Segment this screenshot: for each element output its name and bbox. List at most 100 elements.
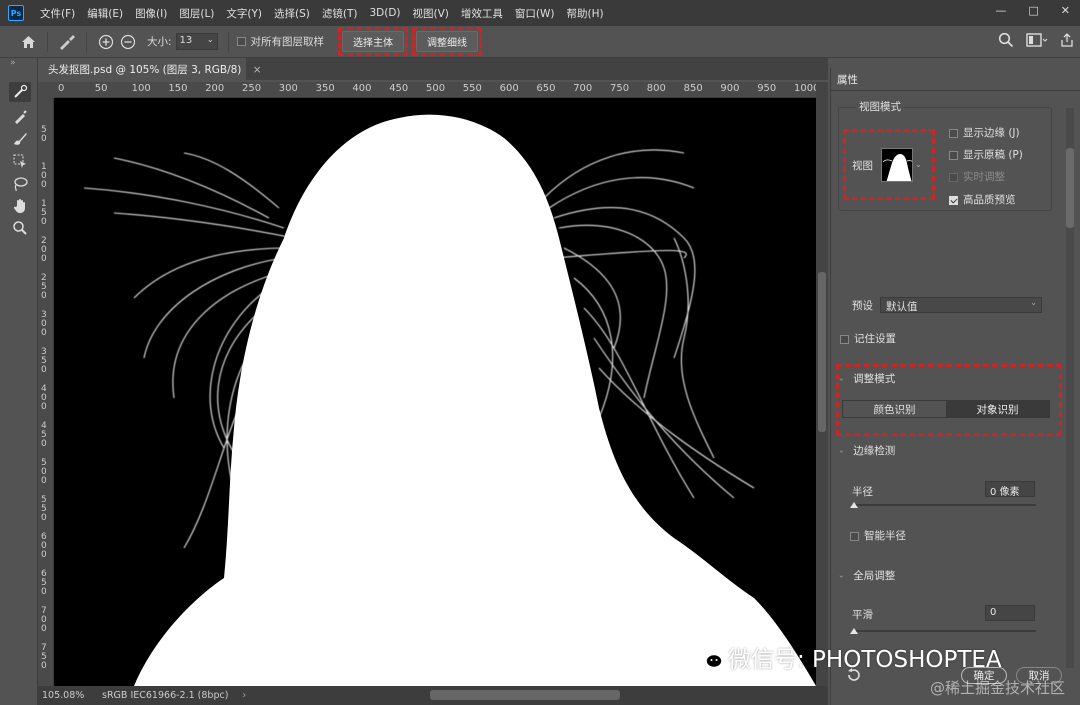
- ruler-tick-label: 850: [683, 83, 703, 94]
- close-icon[interactable]: ✕: [1061, 4, 1070, 17]
- menu-file[interactable]: 文件(F): [34, 6, 81, 21]
- chevron-right-icon[interactable]: ›: [242, 690, 246, 701]
- chevron-down-icon: ⌄: [1030, 298, 1037, 307]
- ruler-tick-label: 50: [94, 83, 108, 94]
- ruler-tick-label: 150: [168, 83, 188, 94]
- ruler-tick-label: 350: [315, 83, 335, 94]
- menu-help[interactable]: 帮助(H): [561, 6, 610, 21]
- menu-view[interactable]: 视图(V): [407, 6, 455, 21]
- menu-3d[interactable]: 3D(D): [363, 7, 406, 19]
- ruler-tick-label: 6 0 0: [41, 532, 47, 560]
- refine-mode-header[interactable]: › 调整模式: [837, 371, 895, 386]
- panel-scrollbar-thumb[interactable]: [1066, 148, 1074, 228]
- edge-detection-header[interactable]: › 边缘检测: [837, 443, 895, 458]
- object-selection-tool-icon[interactable]: [9, 151, 31, 171]
- sample-all-layers-checkbox[interactable]: [236, 37, 246, 46]
- remember-checkbox[interactable]: [840, 334, 849, 344]
- refine-hair-button[interactable]: 调整细线: [416, 31, 479, 52]
- ruler-tick-label: 700: [573, 83, 593, 94]
- credit-text: @稀土掘金技术社区: [930, 679, 1066, 697]
- watermark-text: 微信号: PHOTOSHOPTEA: [696, 640, 1002, 674]
- document-canvas[interactable]: [54, 98, 816, 686]
- smooth-field[interactable]: 0: [985, 605, 1035, 621]
- horizontal-ruler: 0 50 100 150 200 250 300 350 400 450 500 550 600 650 7…: [54, 82, 816, 98]
- menu-window[interactable]: 窗口(W): [509, 6, 561, 21]
- menu-edit[interactable]: 编辑(E): [81, 6, 129, 21]
- ruler-tick-label: 500: [426, 83, 446, 94]
- vertical-ruler: 5 0 1 0 0 1 5 0 2 0 0 2 5 0 3 0 0 3 5 0 4 0 0 4 …: [38, 98, 54, 686]
- radius-slider[interactable]: [852, 504, 1036, 506]
- show-original-checkbox[interactable]: [949, 150, 958, 160]
- chevron-down-icon: ›: [837, 377, 847, 382]
- panel-divider: [831, 90, 1080, 91]
- ruler-corner: [38, 82, 54, 98]
- view-label: 视图: [852, 160, 873, 172]
- home-icon[interactable]: [17, 31, 39, 53]
- document-tab[interactable]: 头发抠图.psd @ 105% (图层 3, RGB/8) ×: [38, 58, 262, 80]
- smooth-slider-knob[interactable]: [850, 628, 858, 634]
- size-field[interactable]: 13 ⌄: [175, 33, 218, 50]
- minimize-icon[interactable]: —: [995, 4, 1006, 17]
- ruler-tick-label: 400: [352, 83, 372, 94]
- color-aware-button[interactable]: 颜色识别: [843, 401, 946, 417]
- hq-preview-checkbox[interactable]: [949, 195, 958, 205]
- panel-scrollbar[interactable]: [1066, 108, 1074, 668]
- expand-arrows-icon[interactable]: »: [10, 58, 16, 68]
- add-mode-icon[interactable]: [95, 31, 117, 53]
- smooth-slider[interactable]: [852, 630, 1036, 632]
- smart-radius-option[interactable]: 智能半径: [850, 528, 906, 543]
- view-thumbnail[interactable]: [881, 148, 913, 182]
- quick-selection-tool-icon[interactable]: [9, 82, 31, 102]
- realtime-option: 实时调整: [949, 169, 1005, 184]
- lasso-tool-icon[interactable]: [9, 174, 31, 194]
- workspace-icon[interactable]: [1026, 32, 1048, 48]
- brush-tool-icon[interactable]: [9, 128, 31, 148]
- radius-label: 半径: [852, 486, 873, 498]
- hq-preview-option[interactable]: 高品质预览: [949, 192, 1016, 207]
- ruler-tick-label: 4 0 0: [41, 384, 47, 412]
- ruler-tick-label: 7 5 0: [41, 643, 47, 671]
- menu-filter[interactable]: 滤镜(T): [316, 6, 364, 21]
- menu-bar: Ps 文件(F) 编辑(E) 图像(I) 图层(L) 文字(Y) 选择(S) 滤…: [0, 0, 1080, 26]
- refine-edge-brush-icon[interactable]: [9, 106, 31, 126]
- search-icon[interactable]: [998, 32, 1014, 48]
- close-tab-icon[interactable]: ×: [253, 64, 262, 76]
- ruler-tick-label: 0: [58, 83, 65, 94]
- zoom-tool-icon[interactable]: [9, 218, 31, 238]
- canvas-vertical-scrollbar[interactable]: [816, 82, 828, 686]
- share-icon[interactable]: [1060, 32, 1074, 48]
- remember-option[interactable]: 记住设置: [840, 331, 896, 346]
- scrollbar-thumb[interactable]: [818, 272, 826, 432]
- horizontal-scrollbar-thumb[interactable]: [430, 690, 620, 700]
- ruler-tick-label: 900: [720, 83, 740, 94]
- ruler-tick-label: 750: [610, 83, 630, 94]
- show-edge-option[interactable]: 显示边缘 (J): [949, 125, 1020, 140]
- show-original-option[interactable]: 显示原稿 (P): [949, 147, 1023, 162]
- ruler-tick-label: 7 0 0: [41, 606, 47, 634]
- mask-preview-image: [83, 114, 816, 686]
- object-aware-button[interactable]: 对象识别: [946, 401, 1049, 417]
- menu-type[interactable]: 文字(Y): [220, 6, 268, 21]
- view-dropdown-chevron-icon[interactable]: ⌄: [915, 160, 922, 169]
- menu-select[interactable]: 选择(S): [268, 6, 316, 21]
- refine-brush-icon[interactable]: [56, 31, 78, 53]
- show-edge-label: 显示边缘 (J): [963, 127, 1020, 139]
- ruler-tick-label: 2 5 0: [41, 273, 47, 301]
- menu-plugins[interactable]: 增效工具: [455, 6, 509, 21]
- subtract-mode-icon[interactable]: [117, 31, 139, 53]
- tab-properties[interactable]: 属性: [831, 68, 865, 90]
- zoom-level[interactable]: 105.08%: [42, 690, 102, 701]
- preset-dropdown[interactable]: 默认值 ⌄: [880, 297, 1042, 313]
- ruler-tick-label: 100: [131, 83, 151, 94]
- select-subject-button[interactable]: 选择主体: [342, 31, 405, 52]
- menu-image[interactable]: 图像(I): [129, 6, 173, 21]
- smart-radius-checkbox[interactable]: [850, 531, 859, 541]
- show-edge-checkbox[interactable]: [949, 128, 958, 138]
- radius-field[interactable]: 0 像素: [985, 481, 1035, 498]
- ruler-tick-label: 6 5 0: [41, 569, 47, 597]
- menu-layer[interactable]: 图层(L): [173, 6, 220, 21]
- global-adjust-header[interactable]: › 全局调整: [837, 568, 895, 583]
- maximize-icon[interactable]: □: [1028, 4, 1038, 17]
- radius-slider-knob[interactable]: [850, 502, 858, 508]
- hand-tool-icon[interactable]: [9, 196, 31, 216]
